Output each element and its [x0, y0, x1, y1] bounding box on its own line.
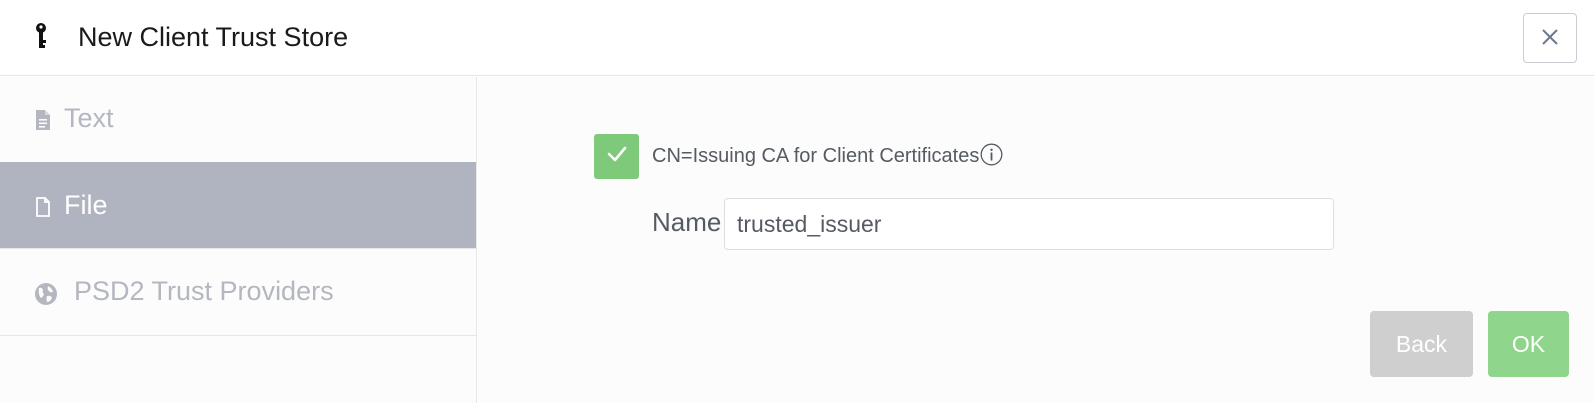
name-label: Name	[652, 207, 722, 237]
checkmark-icon	[606, 145, 628, 168]
sidebar-item-text[interactable]: Text	[0, 77, 476, 164]
sidebar-item-psd2-trust-providers[interactable]: PSD2 Trust Providers	[0, 249, 476, 336]
globe-icon	[34, 282, 57, 305]
certificate-checkbox[interactable]	[594, 134, 639, 179]
key-icon	[30, 22, 52, 52]
name-input[interactable]	[724, 198, 1334, 250]
info-icon[interactable]	[980, 143, 1003, 166]
close-button[interactable]	[1523, 13, 1577, 63]
back-button[interactable]: Back	[1370, 311, 1473, 377]
file-icon	[32, 196, 54, 218]
dialog-header: New Client Trust Store	[0, 0, 1594, 76]
sidebar-item-label: PSD2 Trust Providers	[74, 276, 334, 306]
sidebar-item-file[interactable]: File	[0, 162, 476, 249]
sidebar: Text File PSD2 Trust Providers	[0, 77, 477, 403]
certificate-label: CN=Issuing CA for Client Certificates	[652, 143, 1003, 169]
ok-button[interactable]: OK	[1488, 311, 1569, 377]
dialog-title: New Client Trust Store	[78, 22, 349, 52]
document-text-icon	[32, 109, 54, 131]
close-icon	[1541, 28, 1559, 49]
sidebar-item-label: Text	[64, 103, 114, 133]
content-panel: CN=Issuing CA for Client Certificates Na…	[478, 77, 1594, 403]
sidebar-item-label: File	[64, 190, 108, 220]
certificate-label-text: CN=Issuing CA for Client Certificates	[652, 145, 980, 167]
